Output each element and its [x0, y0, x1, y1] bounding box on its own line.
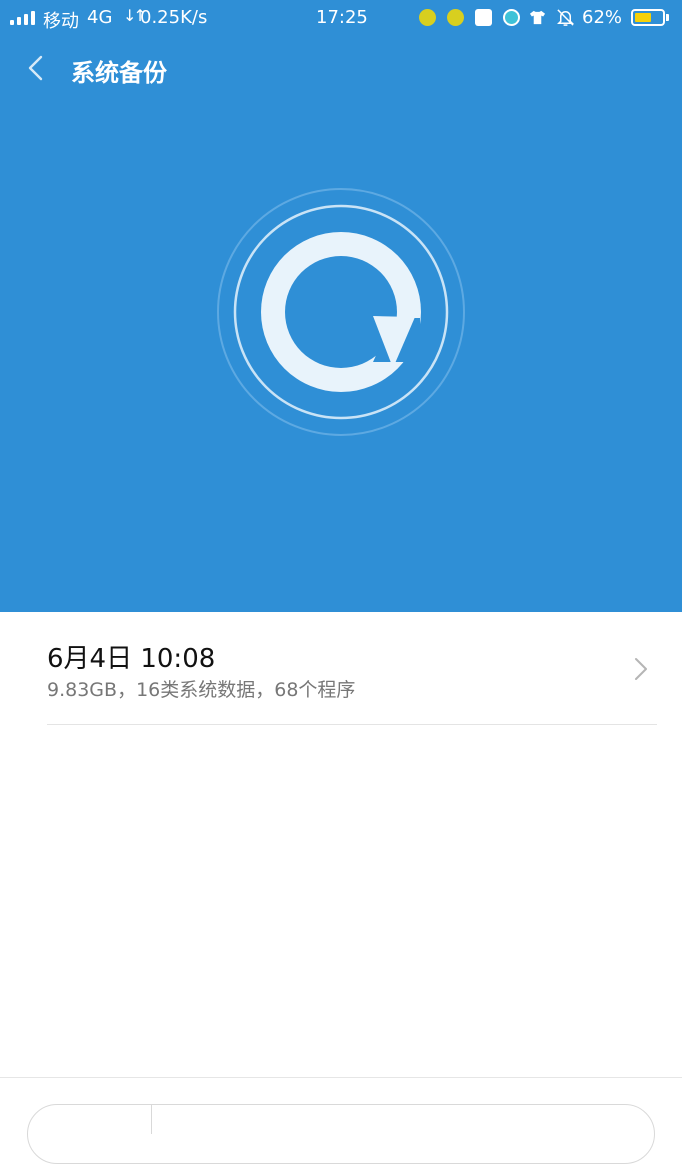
app-notification-icon: [447, 9, 464, 26]
chevron-right-icon: [635, 658, 647, 680]
bell-off-icon: [557, 9, 574, 26]
backup-list-item[interactable]: 6月4日 10:08 9.83GB，16类系统数据，68个程序: [47, 628, 657, 725]
tshirt-icon: [529, 10, 546, 25]
back-button[interactable]: [22, 50, 56, 88]
hero-banner: 移动 4G ↓↑ 0.25K/s 17:25 62% 系统备份: [0, 0, 682, 612]
battery-percent: 62%: [582, 7, 623, 28]
chevron-left-icon: [28, 55, 43, 81]
network-speed: 0.25K/s: [140, 7, 208, 28]
backup-details: 9.83GB，16类系统数据，68个程序: [47, 679, 356, 701]
battery-level: [635, 13, 651, 22]
backup-date: 6月4日 10:08: [47, 644, 216, 674]
battery-icon: [631, 9, 665, 26]
bottom-action-separator: [151, 1104, 152, 1134]
status-bar: 移动 4G ↓↑ 0.25K/s 17:25 62%: [0, 0, 682, 36]
network-type: 4G: [87, 7, 113, 28]
battery-tip: [666, 14, 669, 21]
message-icon: [475, 9, 492, 26]
bottom-divider: [0, 1077, 682, 1078]
status-time: 17:25: [316, 7, 368, 28]
app-notification-icon: [419, 9, 436, 26]
backup-restore-icon: [217, 188, 465, 436]
browser-icon: [503, 9, 520, 26]
signal-icon: [10, 11, 35, 25]
carrier-label: 移动: [43, 11, 79, 32]
page-title: 系统备份: [71, 59, 167, 87]
bottom-action-bar[interactable]: [27, 1104, 655, 1164]
